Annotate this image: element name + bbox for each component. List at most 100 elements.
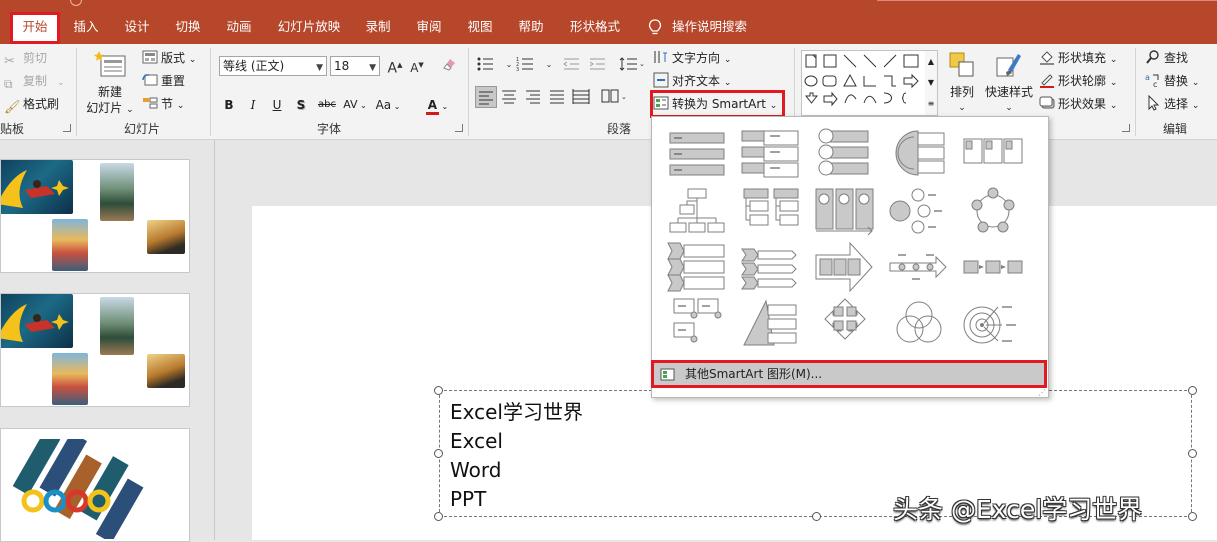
resize-handle-bottom[interactable] [812,512,821,521]
tab-help[interactable]: 帮助 [515,13,547,41]
replace-button[interactable]: a c 替换 ⌄ [1145,72,1199,92]
smartart-layout-4[interactable] [888,127,950,179]
tab-review[interactable]: 审阅 [413,13,445,41]
tab-record[interactable]: 录制 [362,13,394,41]
italic-button[interactable]: I [246,96,260,114]
arrange-button[interactable]: 排列 ⌄ [943,50,981,116]
layout-button[interactable]: 版式 ⌄ [142,49,196,69]
font-name-combo[interactable]: 等线 (正文) ▼ [219,56,327,76]
quick-styles-button[interactable]: 快速样式 ⌄ [982,50,1036,116]
tell-me-search[interactable]: 操作说明搜索 [672,13,752,41]
slide-image-mountains [100,297,134,355]
change-case-button[interactable]: Aa ⌄ [374,96,402,114]
resize-handle-bottom-right[interactable] [1188,512,1197,521]
resize-handle-bottom-left[interactable] [434,512,443,521]
layout-icon [142,49,158,65]
text-placeholder-content[interactable]: Excel学习世界 Excel Word PPT [450,398,583,514]
paintbrush-icon [996,54,1021,77]
smartart-layout-16[interactable] [666,297,728,349]
font-color-button[interactable]: A ⌄ [422,96,452,115]
character-spacing-button[interactable]: AV ⌄ [341,96,369,114]
cut-button[interactable]: ✂ 剪切 [4,49,47,69]
shrink-font-button[interactable]: A▼ [408,56,426,75]
smartart-layout-10[interactable] [962,185,1024,237]
smartart-layout-18[interactable] [814,297,876,349]
font-launcher-icon[interactable] [455,124,463,132]
font-size-combo[interactable]: 18 ▼ [330,56,380,76]
columns-button[interactable]: ⌄ [600,88,630,106]
format-painter-button[interactable]: 🖌 格式刷 [4,95,59,115]
smartart-layout-14[interactable] [888,241,950,293]
strikethrough-button[interactable]: abc [316,96,338,114]
smartart-layout-8[interactable] [814,185,876,237]
smartart-layout-5[interactable] [962,127,1024,179]
smartart-layout-12[interactable] [740,241,802,293]
shapes-gallery[interactable] [801,50,927,116]
smartart-layout-3[interactable] [814,127,876,179]
line-spacing-button[interactable]: ⌄ [618,56,646,74]
clear-formatting-icon[interactable] [440,56,458,74]
smartart-layout-9[interactable] [888,185,950,237]
tab-shape-format[interactable]: 形状格式 [566,13,624,41]
tab-transitions[interactable]: 切换 [172,13,204,41]
tab-design[interactable]: 设计 [121,13,153,41]
resize-handle-right[interactable] [1188,449,1197,458]
slide-thumbnail-2[interactable] [0,293,190,407]
bold-button[interactable]: B [222,96,236,114]
smartart-layout-20[interactable] [962,297,1024,349]
resize-handle-left[interactable] [434,449,443,458]
select-button[interactable]: 选择 ⌄ [1145,94,1199,115]
convert-to-smartart-button[interactable]: 转换为 SmartArt ⌄ [653,95,777,115]
more-smartart-graphics-item[interactable]: 其他SmartArt 图形(M)... [653,362,1045,386]
text-direction-button[interactable]: 文字方向 ⌄ [653,49,731,69]
tab-home[interactable]: 开始 [12,13,58,41]
smartart-layout-13[interactable] [814,241,876,293]
section-button[interactable]: 节 ⌄ [142,95,184,115]
copy-button[interactable]: ⧉ 复制 ⌄ [4,72,65,92]
tab-slideshow[interactable]: 幻灯片放映 [275,13,343,41]
smartart-layout-11[interactable] [666,241,728,293]
drawing-launcher-icon[interactable] [1122,124,1130,132]
clipboard-launcher-icon[interactable] [63,124,71,132]
smartart-layout-7[interactable] [740,185,802,237]
distributed-icon[interactable] [572,88,590,106]
shapes-gallery-scroll[interactable]: ▲ ▼ ≡ [925,50,938,116]
slide-thumbnail-1[interactable] [0,159,190,273]
smartart-layout-2[interactable] [740,127,802,179]
smartart-layout-15[interactable] [962,241,1024,293]
align-right-icon[interactable] [524,88,542,106]
text-shadow-button[interactable]: S [294,96,308,114]
arrange-icon [949,52,974,77]
align-center-icon[interactable] [500,88,518,106]
tab-view[interactable]: 视图 [464,13,496,41]
align-text-button[interactable]: 对齐文本 ⌄ [653,72,731,92]
underline-button[interactable]: U [270,96,284,114]
shape-outline-button[interactable]: 形状轮廓 ⌄ [1039,72,1117,92]
smartart-layout-6[interactable] [666,185,728,237]
align-left-button[interactable] [475,86,497,108]
text-line: Excel [450,429,503,453]
tab-animations[interactable]: 动画 [223,13,255,41]
line-spacing-icon: ⌄ [619,57,645,71]
decrease-indent-icon[interactable] [562,56,580,74]
chevron-down-icon: ▼ [369,63,376,73]
shape-fill-button[interactable]: 形状填充 ⌄ [1039,49,1117,69]
resize-grip-icon[interactable]: ⋰ [1038,388,1046,397]
increase-indent-icon[interactable] [588,56,606,74]
smartart-layout-19[interactable] [888,297,950,349]
grow-font-button[interactable]: A▲ [386,56,404,77]
new-slide-button[interactable]: 新建 幻灯片 ⌄ [84,50,136,118]
tab-insert[interactable]: 插入 [70,13,102,41]
smartart-layout-17[interactable] [740,297,802,349]
find-button[interactable]: 查找 [1145,49,1188,67]
slide-thumbnail-3[interactable] [0,428,190,542]
reset-button[interactable]: 重置 [142,72,185,90]
smartart-layout-1[interactable] [666,127,728,179]
shape-effects-button[interactable]: 形状效果 ⌄ [1039,95,1117,115]
slide-thumbnail-panel[interactable] [0,140,214,542]
quick-access-icon[interactable] [70,0,82,6]
chevron-down-icon[interactable]: ⌄ [540,56,558,74]
resize-handle-top-right[interactable] [1188,386,1197,395]
resize-handle-top-left[interactable] [434,386,443,395]
justify-icon[interactable] [548,88,566,106]
